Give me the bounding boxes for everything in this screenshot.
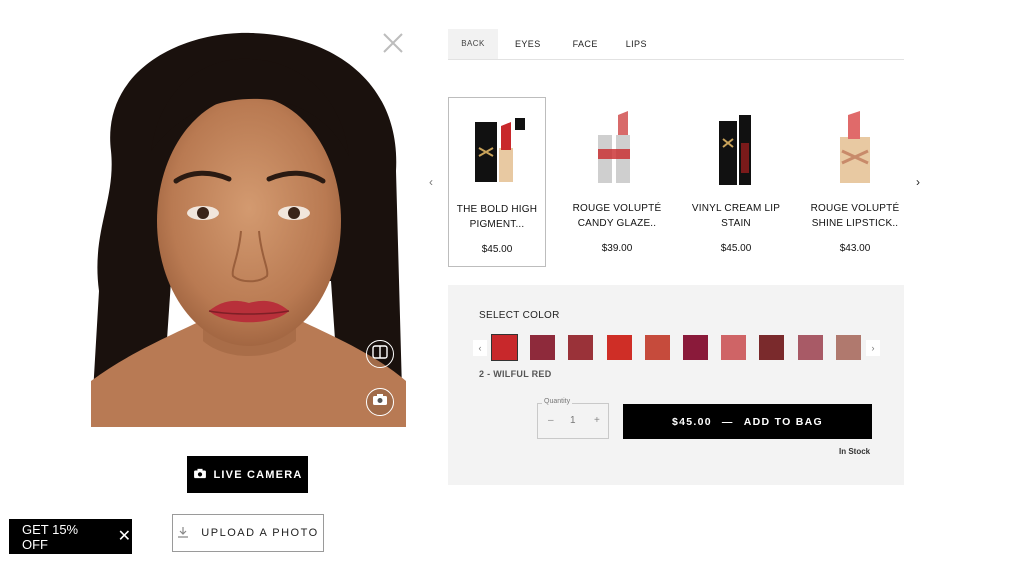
add-to-bag-label: ADD TO BAG — [743, 415, 824, 428]
color-swatch[interactable] — [683, 335, 708, 360]
split-view-icon — [372, 344, 388, 364]
color-swatch[interactable] — [491, 334, 518, 361]
tab-eyes[interactable]: EYES — [515, 39, 541, 49]
close-icon[interactable] — [382, 32, 404, 54]
selected-shade-name: 2 - WILFUL RED — [479, 369, 552, 379]
live-camera-label: LIVE CAMERA — [213, 468, 303, 481]
chevron-left-icon[interactable]: ‹ — [429, 175, 433, 189]
upload-photo-button[interactable]: UPLOAD A PHOTO — [172, 514, 324, 552]
quantity-label: Quantity — [542, 398, 573, 405]
color-swatch[interactable] — [721, 335, 747, 360]
product-price: $45.00 — [720, 243, 752, 254]
product-name: ROUGE VOLUPTÉ SHINE LIPSTICK.. — [810, 203, 900, 229]
stock-status: In Stock — [839, 447, 871, 456]
tab-lips[interactable]: LIPS — [626, 39, 647, 49]
chevron-right-icon[interactable]: › — [866, 340, 880, 356]
color-swatch[interactable] — [568, 335, 594, 360]
lipstick-silver-case-icon — [568, 107, 666, 187]
add-to-bag-button[interactable]: $45.00 — ADD TO BAG — [623, 404, 872, 439]
lipstick-gold-case-icon — [806, 107, 904, 187]
select-color-label: SELECT COLOR — [479, 310, 560, 321]
color-swatch[interactable] — [797, 335, 823, 360]
camera-icon — [193, 468, 207, 482]
product-card-rouge-volupte-candy-glaze[interactable]: ROUGE VOLUPTÉ CANDY GLAZE.. $39.00 — [568, 97, 666, 267]
color-swatch[interactable] — [530, 335, 556, 360]
quantity-decrease-button[interactable]: – — [548, 415, 554, 426]
quantity-value[interactable]: 1 — [570, 415, 576, 426]
promo-banner[interactable]: GET 15% OFF ✕ — [9, 519, 132, 554]
color-swatch[interactable] — [835, 335, 861, 360]
product-name: THE BOLD HIGH PIGMENT... — [456, 204, 538, 230]
lipstick-black-case-icon — [449, 108, 545, 188]
quantity-increase-button[interactable]: + — [594, 415, 600, 426]
product-price: $39.00 — [601, 243, 633, 254]
color-swatch[interactable] — [644, 335, 670, 360]
live-camera-button[interactable]: LIVE CAMERA — [187, 456, 308, 493]
product-price: $43.00 — [839, 243, 871, 254]
model-photo — [91, 31, 406, 427]
snapshot-button[interactable] — [366, 388, 394, 416]
lip-stain-bottle-icon — [687, 107, 785, 187]
camera-icon — [372, 393, 388, 411]
product-name: VINYL CREAM LIP STAIN — [691, 203, 781, 229]
chevron-left-icon[interactable]: ‹ — [473, 340, 487, 356]
tab-face[interactable]: FACE — [573, 39, 598, 49]
product-price: $45.00 — [481, 244, 513, 255]
product-card-rouge-volupte-shine[interactable]: ROUGE VOLUPTÉ SHINE LIPSTICK.. $43.00 — [806, 97, 904, 267]
chevron-right-icon[interactable]: › — [916, 175, 920, 189]
tab-back[interactable]: BACK — [448, 28, 498, 59]
promo-label: GET 15% OFF — [22, 521, 79, 552]
color-swatch[interactable] — [606, 335, 632, 360]
category-tabs: BACK EYES FACE LIPS — [448, 28, 904, 60]
close-icon[interactable]: ✕ — [118, 528, 131, 545]
compare-toggle-button[interactable] — [366, 340, 394, 368]
color-panel: SELECT COLOR ‹ › 2 - WILFUL RED Quantity… — [448, 285, 904, 485]
upload-photo-label: UPLOAD A PHOTO — [201, 527, 319, 539]
product-name: ROUGE VOLUPTÉ CANDY GLAZE.. — [572, 203, 662, 229]
download-icon — [177, 526, 189, 541]
product-card-vinyl-cream-lip-stain[interactable]: VINYL CREAM LIP STAIN $45.00 — [687, 97, 785, 267]
product-card-bold-high-pigment[interactable]: THE BOLD HIGH PIGMENT... $45.00 — [448, 97, 546, 267]
quantity-stepper: Quantity – 1 + — [537, 398, 609, 439]
color-swatch[interactable] — [759, 335, 785, 360]
add-to-bag-separator: — — [721, 415, 734, 428]
add-to-bag-price: $45.00 — [671, 415, 712, 428]
